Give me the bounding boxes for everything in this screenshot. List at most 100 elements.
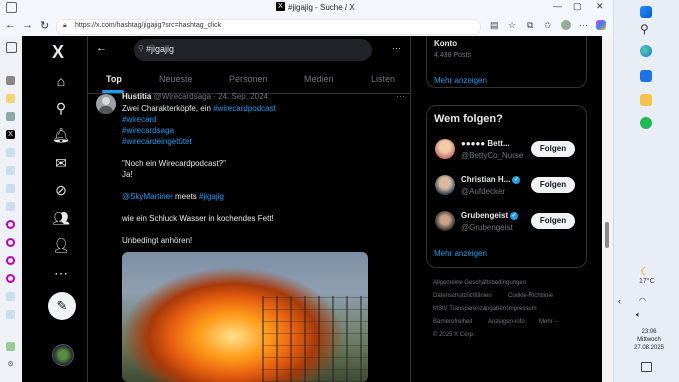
reader-icon[interactable]: ▤ — [490, 20, 499, 31]
edge-icon[interactable] — [640, 45, 652, 57]
copilot-icon[interactable] — [596, 20, 606, 30]
footer-link[interactable]: Barrierefreiheit — [433, 319, 472, 325]
footer-link[interactable]: Allgemeine Geschäftsbedingungen — [433, 280, 526, 286]
sidebar-tab-icon[interactable] — [6, 42, 17, 53]
profile-avatar-icon[interactable] — [561, 20, 571, 30]
maximize-icon[interactable]: ▢ — [573, 1, 582, 12]
mention-link[interactable]: @SkyMartiner — [122, 192, 173, 201]
sidebar-site-icon[interactable] — [6, 256, 15, 265]
forward-icon[interactable]: → — [22, 19, 33, 31]
follow-button[interactable]: Folgen — [531, 141, 575, 157]
konto-posts: 4.438 Posts — [434, 52, 471, 59]
sidebar-site-icon[interactable] — [6, 112, 15, 121]
hashtag-link[interactable]: #wirecard — [122, 115, 157, 124]
hashtag-link[interactable]: #jigajig — [199, 192, 224, 201]
start-icon[interactable] — [640, 6, 652, 18]
volume-icon[interactable]: 🔈︎ — [636, 310, 641, 320]
favorites-icon[interactable]: ✩ — [544, 20, 552, 31]
show-more-link[interactable]: Mehr anzeigen — [434, 76, 487, 85]
suggestion-name[interactable]: Grubengeist — [461, 211, 508, 220]
post-button[interactable]: ✎ — [48, 292, 76, 320]
scrollbar-thumb[interactable] — [605, 222, 609, 248]
sidebar-site-icon[interactable] — [6, 220, 15, 229]
suggestion-avatar[interactable] — [435, 211, 455, 231]
split-screen-icon[interactable]: ⧉ — [527, 20, 533, 31]
tab-media[interactable]: Medien — [304, 74, 334, 84]
tweet-avatar[interactable] — [96, 94, 116, 114]
explore-icon[interactable]: ⚲ — [47, 97, 75, 119]
back-arrow-icon[interactable]: ← — [96, 42, 107, 54]
tab-top[interactable]: Top — [106, 74, 122, 84]
hashtag-link[interactable]: #wirecardsaga — [122, 126, 174, 135]
follow-button[interactable]: Folgen — [531, 177, 575, 193]
more-icon[interactable]: ⋯ — [47, 262, 75, 284]
suggestion-name[interactable]: Christian H... — [461, 175, 510, 184]
spotify-icon[interactable] — [640, 117, 652, 129]
tab-actions-icon[interactable] — [6, 2, 17, 13]
sidebar-site-icon[interactable] — [6, 202, 15, 211]
close-window-icon[interactable]: ✕ — [596, 1, 604, 12]
back-icon[interactable]: ← — [5, 19, 16, 31]
tweet-author-name[interactable]: Hustitia — [122, 92, 151, 101]
menu-icon[interactable]: ··· — [579, 20, 588, 30]
tab-title[interactable]: #jigajig - Suche / X — [288, 3, 355, 12]
footer-link[interactable]: Impressum — [507, 306, 537, 312]
clock-time[interactable]: 23:06 — [637, 329, 661, 335]
sidebar-site-icon[interactable] — [6, 274, 15, 283]
footer-link[interactable]: Mehr ··· — [539, 319, 560, 325]
communities-icon[interactable]: 👥︎ — [47, 207, 75, 229]
show-more-link[interactable]: Mehr anzeigen — [434, 249, 487, 258]
footer-link[interactable]: Cookie-Richtlinie — [508, 293, 553, 299]
sidebar-site-icon[interactable] — [6, 148, 15, 157]
grok-icon[interactable]: ⊘ — [47, 179, 75, 201]
url-text[interactable]: https://x.com/hashtag/jigajig?src=hashta… — [75, 22, 221, 29]
page-scrollbar[interactable] — [602, 36, 613, 382]
suggestion-avatar[interactable] — [435, 139, 455, 159]
sidebar-site-icon[interactable] — [6, 166, 15, 175]
tweet-meta[interactable]: @Wirecardsaga · 24. Sep. 2024 — [154, 92, 268, 101]
weather-temp[interactable]: 17°C — [639, 278, 655, 285]
profile-icon[interactable]: 👤︎ — [47, 234, 75, 256]
search-query[interactable]: #jigajig — [146, 44, 174, 54]
reload-icon[interactable]: ↻ — [40, 19, 49, 32]
tweet-more-icon[interactable]: ··· — [396, 91, 405, 101]
show-hidden-icon[interactable]: ‹ — [618, 296, 621, 306]
suggestion-avatar[interactable] — [435, 175, 455, 195]
sidebar-site-icon[interactable] — [6, 76, 15, 85]
lock-icon[interactable]: 🔒︎ — [63, 22, 67, 30]
account-avatar[interactable] — [52, 344, 74, 366]
footer-link[interactable]: MStV Transparenzangaben — [433, 306, 506, 312]
clock-day[interactable]: Mittwoch — [632, 337, 666, 343]
sidebar-settings-icon[interactable]: ⚙ — [6, 360, 15, 369]
sidebar-site-icon[interactable] — [6, 238, 15, 247]
notifications-taskbar-icon[interactable] — [641, 362, 652, 372]
hashtag-link[interactable]: #wirecardeingetütet — [122, 137, 192, 146]
sidebar-site-icon[interactable] — [6, 342, 15, 351]
footer-link[interactable]: Datenschutzrichtlinien — [433, 293, 492, 299]
messages-icon[interactable]: ✉ — [47, 152, 75, 174]
minimize-icon[interactable]: — — [553, 1, 562, 11]
sidebar-site-icon[interactable] — [6, 94, 15, 103]
search-taskbar-icon[interactable]: ⚲ — [640, 22, 649, 36]
notifications-icon[interactable]: 🔔︎ — [47, 124, 75, 146]
tab-latest[interactable]: Neueste — [159, 74, 193, 84]
sidebar-x-icon[interactable]: X — [6, 130, 15, 139]
home-icon[interactable]: ⌂ — [47, 70, 75, 92]
wifi-icon[interactable]: ◠ — [639, 296, 646, 305]
outlook-icon[interactable] — [640, 70, 652, 82]
sidebar-site-icon[interactable] — [6, 184, 15, 193]
explorer-icon[interactable] — [640, 94, 652, 106]
weather-icon[interactable]: ☾ — [640, 265, 650, 278]
tab-people[interactable]: Personen — [229, 74, 268, 84]
x-logo-icon[interactable]: X — [52, 42, 64, 63]
follow-button[interactable]: Folgen — [531, 213, 575, 229]
footer-link[interactable]: Anzeigen-info — [488, 319, 525, 325]
sidebar-site-icon[interactable] — [6, 292, 15, 301]
star-icon[interactable]: ☆ — [508, 20, 516, 31]
suggestion-name[interactable]: ●●●●● Bett... — [461, 139, 510, 148]
clock-date[interactable]: 27.08.2025 — [627, 345, 671, 351]
hashtag-link[interactable]: #wirecardpodcast — [213, 104, 276, 113]
tab-lists[interactable]: Listen — [371, 74, 395, 84]
sidebar-site-icon[interactable] — [6, 310, 15, 319]
search-more-icon[interactable]: ··· — [392, 43, 401, 53]
